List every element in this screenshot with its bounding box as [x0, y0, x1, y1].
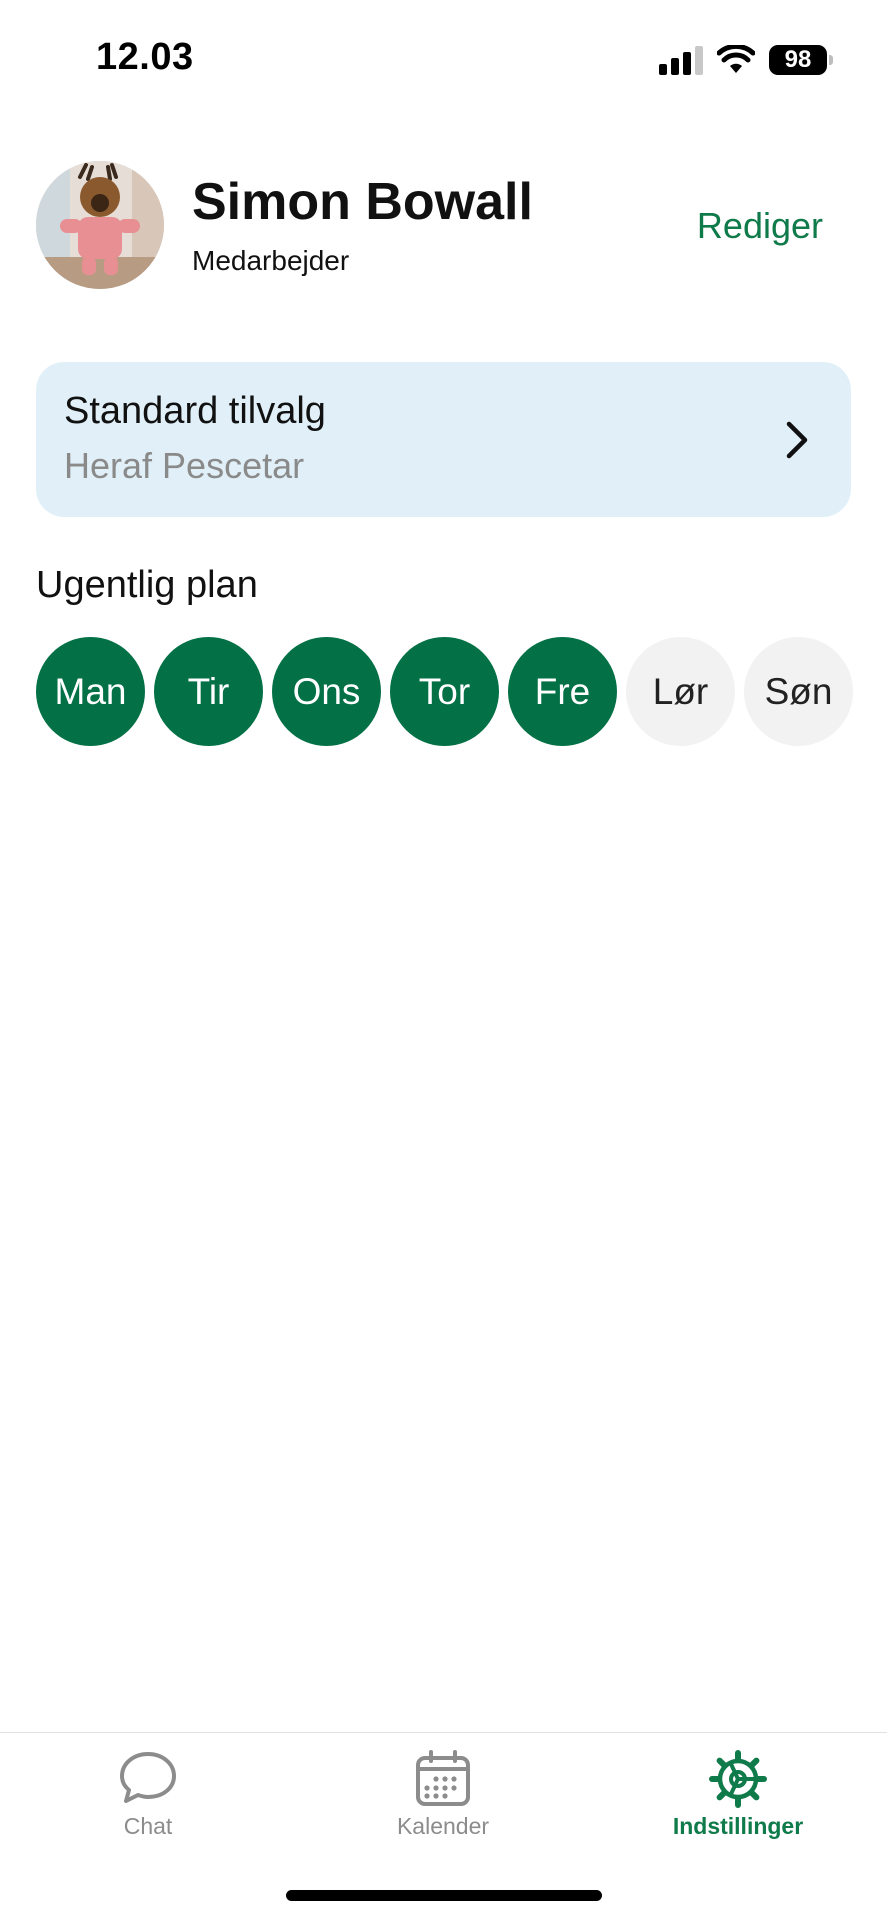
settings-screen: 12.03 98 Simon Bowall Medarbejder Redige… [0, 0, 887, 1920]
cellular-signal-icon [659, 45, 703, 75]
tab-settings[interactable]: Indstillinger [638, 1749, 838, 1840]
battery-icon: 98 [769, 45, 833, 75]
tab-chat[interactable]: Chat [48, 1749, 248, 1840]
default-choice-subtitle: Heraf Pescetar [64, 445, 305, 486]
tab-calendar-label: Kalender [396, 1813, 490, 1839]
day-toggle-man[interactable]: Man [36, 637, 145, 746]
tab-chat-label: Chat [123, 1813, 173, 1839]
weekly-plan-title: Ugentlig plan [36, 564, 258, 606]
default-choice-card[interactable]: Standard tilvalg Heraf Pescetar [36, 362, 851, 517]
day-toggle-tir[interactable]: Tir [154, 637, 263, 746]
day-toggle-lor[interactable]: Lør [626, 637, 735, 746]
profile-role: Medarbejder [192, 245, 350, 276]
gear-icon [709, 1750, 767, 1808]
day-toggle-ons[interactable]: Ons [272, 637, 381, 746]
chat-bubble-icon [120, 1752, 176, 1803]
avatar [36, 161, 164, 289]
status-icons: 98 [659, 40, 833, 80]
weekly-plan-days: Man Tir Ons Tor Fre Lør Søn [36, 637, 853, 746]
day-toggle-son[interactable]: Søn [744, 637, 853, 746]
chevron-right-icon [786, 421, 808, 459]
profile-name: Simon Bowall [192, 173, 533, 231]
wifi-icon [717, 45, 755, 73]
battery-level: 98 [784, 46, 812, 73]
status-time: 12.03 [96, 36, 194, 78]
edit-profile-button[interactable]: Rediger [697, 205, 823, 247]
tab-calendar[interactable]: Kalender [343, 1749, 543, 1840]
calendar-icon [416, 1750, 470, 1806]
day-toggle-fre[interactable]: Fre [508, 637, 617, 746]
day-toggle-tor[interactable]: Tor [390, 637, 499, 746]
default-choice-title: Standard tilvalg [64, 390, 326, 432]
avatar-image [36, 161, 164, 289]
tab-settings-label: Indstillinger [672, 1813, 804, 1839]
home-indicator[interactable] [286, 1890, 602, 1901]
